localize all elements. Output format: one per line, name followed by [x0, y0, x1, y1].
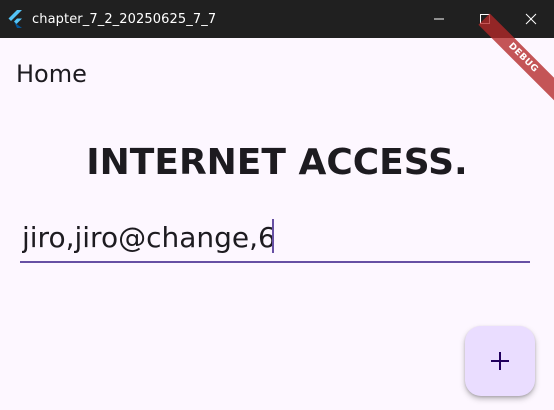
app-window: chapter_7_2_20250625_7_7 Home DEBUG INTE…: [0, 0, 554, 410]
input-underline: [20, 261, 530, 263]
window-title: chapter_7_2_20250625_7_7: [32, 11, 217, 27]
flutter-logo-icon: [6, 9, 26, 29]
app-bar: Home: [0, 38, 554, 110]
minimize-button[interactable]: [416, 0, 462, 38]
title-bar[interactable]: chapter_7_2_20250625_7_7: [0, 0, 554, 38]
close-icon: [525, 13, 537, 25]
minimize-icon: [434, 18, 444, 20]
text-input[interactable]: [20, 213, 530, 261]
add-fab-button[interactable]: [465, 326, 535, 396]
close-button[interactable]: [508, 0, 554, 38]
text-field[interactable]: [20, 213, 530, 265]
page-title: Home: [16, 60, 87, 88]
text-caret: [272, 219, 274, 253]
internet-access-heading: INTERNET ACCESS.: [86, 142, 468, 183]
plus-icon: [491, 352, 509, 370]
